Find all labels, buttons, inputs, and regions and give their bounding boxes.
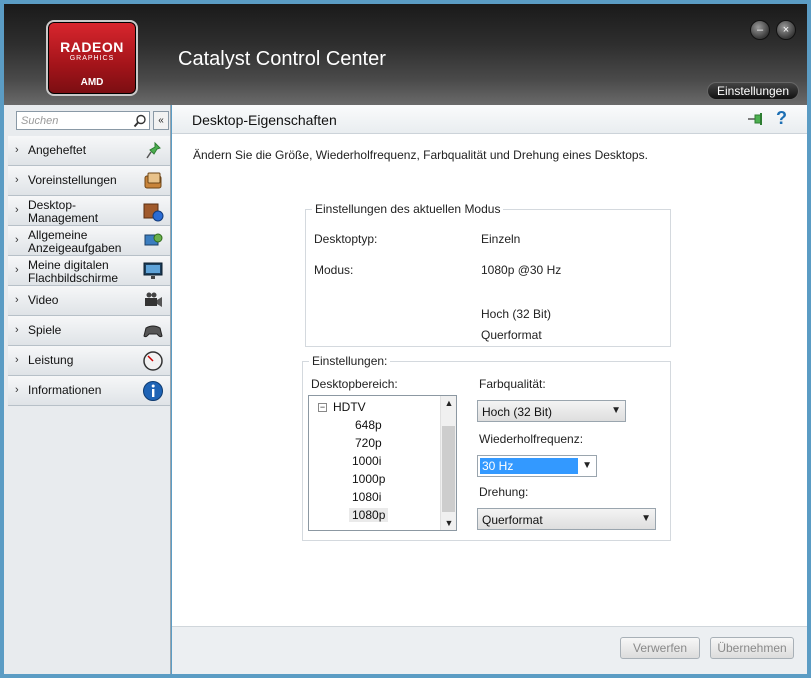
logo-line-3: AMD [80, 77, 104, 88]
list-scrollbar[interactable]: ▲ ▼ [440, 396, 456, 530]
mode-value: 1080p @30 Hz [481, 263, 562, 277]
sidebar: Suchen « › Angeheftet › Voreinstellungen [4, 105, 171, 674]
settings-title: Einstellungen: [309, 354, 391, 368]
radeon-logo: RADEON GRAPHICS AMD [46, 20, 138, 96]
sidebar-item-voreinstellungen[interactable]: › Voreinstellungen [8, 166, 170, 196]
header-banner: RADEON GRAPHICS AMD Catalyst Control Cen… [4, 4, 807, 105]
sidebar-item-angeheftet[interactable]: › Angeheftet [8, 136, 170, 166]
minimize-button[interactable]: – [750, 20, 770, 40]
nav-list: › Angeheftet › Voreinstellungen › Deskto… [8, 136, 170, 406]
orientation-value: Querformat [481, 328, 542, 342]
desktop-management-icon [143, 203, 164, 222]
page-description: Ändern Sie die Größe, Wiederholfrequenz,… [193, 148, 648, 162]
collapse-sidebar-button[interactable]: « [153, 111, 169, 130]
help-icon[interactable]: ? [776, 108, 787, 129]
chevron-right-icon: › [15, 354, 19, 366]
chevron-down-icon: ▼ [641, 513, 651, 524]
scroll-down-icon[interactable]: ▼ [441, 518, 457, 528]
info-icon [143, 381, 163, 401]
chevron-right-icon: › [15, 324, 19, 336]
logo-line-2: GRAPHICS [69, 55, 115, 62]
refresh-rate-value: 30 Hz [480, 458, 578, 474]
sidebar-item-flat-panels[interactable]: › Meine digitalen Flachbildschirme [8, 256, 170, 286]
discard-button[interactable]: Verwerfen [620, 637, 700, 659]
chevron-right-icon: › [15, 144, 19, 156]
color-quality-value: Hoch (32 Bit) [482, 405, 553, 419]
pin-icon [146, 141, 161, 159]
page-title: Desktop-Eigenschaften [192, 112, 337, 128]
color-quality-select[interactable]: Hoch (32 Bit) ▼ [477, 400, 626, 422]
sidebar-item-label: Video [28, 293, 59, 307]
sidebar-item-informationen[interactable]: › Informationen [8, 376, 170, 406]
display-tasks-icon [144, 233, 163, 246]
close-icon: × [782, 24, 790, 36]
search-placeholder: Suchen [21, 115, 59, 127]
close-button[interactable]: × [776, 20, 796, 40]
color-value: Hoch (32 Bit) [481, 307, 552, 321]
chevron-right-icon: › [15, 174, 19, 186]
settings-button[interactable]: Einstellungen [707, 82, 799, 100]
desktop-area-label: Desktopbereich: [311, 377, 398, 391]
scroll-up-icon[interactable]: ▲ [441, 398, 457, 408]
current-mode-group: Einstellungen des aktuellen Modus [305, 202, 671, 347]
mode-label: Modus: [314, 263, 354, 277]
main-panel: Desktop-Eigenschaften ? Ändern Sie die G… [172, 105, 807, 674]
refresh-rate-select[interactable]: 30 Hz ▼ [477, 455, 597, 477]
chevron-right-icon: › [15, 294, 19, 306]
list-item[interactable]: 1000i [352, 454, 381, 468]
search-input[interactable]: Suchen [16, 111, 150, 130]
sidebar-item-spiele[interactable]: › Spiele [8, 316, 170, 346]
sidebar-item-label: Desktop- Management [28, 198, 99, 225]
footer-bar: Verwerfen Übernehmen [172, 626, 807, 674]
gauge-icon [143, 351, 163, 371]
sidebar-item-label: Leistung [28, 353, 74, 367]
scroll-thumb[interactable] [442, 426, 455, 512]
list-item-selected[interactable]: 1080p [349, 508, 389, 522]
resolution-list[interactable]: − HDTV 648p 720p 1000i 1000p 1080i 1080p… [308, 395, 457, 531]
list-item[interactable]: 720p [355, 436, 382, 450]
logo-line-1: RADEON [60, 39, 124, 55]
sidebar-item-desktop-management[interactable]: › Desktop- Management [8, 196, 170, 226]
chevron-down-icon: ▼ [611, 405, 621, 416]
presets-icon [144, 172, 162, 189]
sidebar-item-label: Meine digitalen Flachbildschirme [28, 258, 119, 285]
sidebar-item-video[interactable]: › Video [8, 286, 170, 316]
flat-panel-icon [143, 262, 163, 279]
chevron-right-icon: › [15, 204, 19, 216]
app-window: RADEON GRAPHICS AMD Catalyst Control Cen… [0, 0, 811, 678]
sidebar-item-leistung[interactable]: › Leistung [8, 346, 170, 376]
sidebar-item-label: Voreinstellungen [28, 173, 117, 187]
rotation-select[interactable]: Querformat ▼ [477, 508, 656, 530]
page-title-bar: Desktop-Eigenschaften ? [172, 105, 807, 134]
chevron-right-icon: › [15, 264, 19, 276]
tree-collapse-toggle[interactable]: − [318, 403, 327, 412]
chevron-right-icon: › [15, 384, 19, 396]
sidebar-item-label: Spiele [28, 323, 62, 337]
video-camera-icon [145, 292, 162, 307]
list-item[interactable]: 648p [355, 418, 382, 432]
chevron-right-icon: › [15, 234, 19, 246]
current-mode-title: Einstellungen des aktuellen Modus [312, 202, 504, 216]
list-item[interactable]: 1000p [352, 472, 385, 486]
tree-root-hdtv[interactable]: HDTV [333, 400, 366, 414]
rotation-value: Querformat [482, 513, 543, 527]
sidebar-item-label: Angeheftet [28, 143, 87, 157]
minimize-icon: – [756, 24, 764, 36]
desktop-type-label: Desktoptyp: [314, 232, 378, 246]
chevron-down-icon: ▼ [582, 460, 592, 471]
sidebar-item-label: Allgemeine Anzeigeaufgaben [28, 228, 122, 255]
sidebar-item-label: Informationen [28, 383, 102, 397]
app-title: Catalyst Control Center [178, 48, 386, 70]
desktop-type-value: Einzeln [481, 232, 521, 246]
search-icon[interactable] [133, 114, 147, 128]
gamepad-icon [143, 325, 163, 338]
color-quality-label: Farbqualität: [479, 377, 546, 391]
apply-button[interactable]: Übernehmen [710, 637, 794, 659]
refresh-label: Wiederholfrequenz: [479, 432, 584, 446]
pin-page-icon[interactable] [747, 111, 765, 127]
sidebar-item-display-tasks[interactable]: › Allgemeine Anzeigeaufgaben [8, 226, 170, 256]
rotation-label: Drehung: [479, 485, 529, 499]
list-item[interactable]: 1080i [352, 490, 381, 504]
